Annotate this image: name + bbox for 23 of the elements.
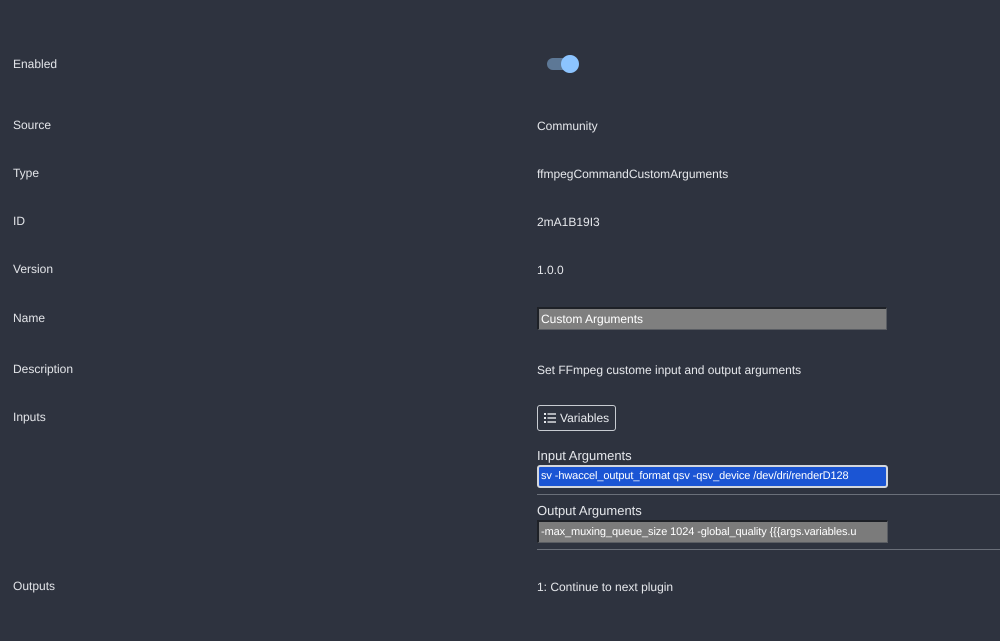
- field-value: Community: [537, 118, 598, 135]
- argument-input[interactable]: sv -hwaccel_output_format qsv -qsv_device /dev/dri/renderD128: [537, 465, 888, 488]
- field-label: Version: [13, 262, 54, 276]
- field-value: 1.0.0: [537, 262, 564, 279]
- argument-input[interactable]: -max_muxing_queue_size 1024 -global_quality {{{args.variables.u: [537, 520, 888, 543]
- field-value: 2mA1B19I3: [537, 214, 600, 231]
- field-label: Inputs: [13, 410, 46, 424]
- field-label: Enabled: [13, 57, 58, 71]
- field-label: Description: [13, 362, 74, 376]
- variables-button[interactable]: Variables: [537, 405, 616, 431]
- field-value: ffmpegCommandCustomArguments: [537, 166, 728, 183]
- field-label: Source: [13, 118, 52, 132]
- name-input[interactable]: Custom Arguments: [537, 306, 887, 330]
- input-label: Input Arguments: [537, 447, 632, 465]
- field-label: ID: [13, 214, 25, 228]
- field-label: Type: [13, 166, 40, 180]
- field-label: Name: [13, 311, 46, 325]
- list-icon: [544, 413, 556, 423]
- field-value: 1: Continue to next plugin: [537, 579, 674, 596]
- input-label: Output Arguments: [537, 502, 642, 520]
- field-label: Outputs: [13, 579, 56, 593]
- field-value: Set FFmpeg custome input and output arguments: [537, 362, 802, 379]
- toggle-switch[interactable]: [545, 54, 579, 74]
